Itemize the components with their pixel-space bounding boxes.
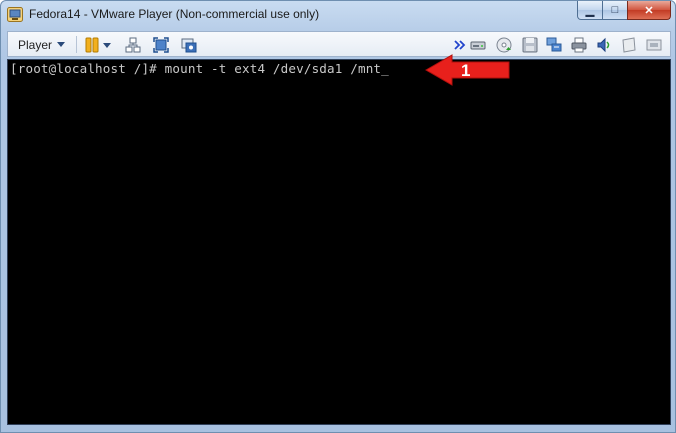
window-title: Fedora14 - VMware Player (Non-commercial… (29, 7, 320, 21)
cd-dvd-icon[interactable] (496, 37, 512, 53)
chevron-down-icon (57, 42, 66, 47)
maximize-button[interactable]: □ (602, 1, 628, 20)
toolbar: Player (7, 31, 671, 57)
hard-disk-icon[interactable] (470, 37, 486, 53)
terminal-command-line: [root@localhost /]# mount -t ext4 /dev/s… (10, 62, 389, 76)
printer-icon[interactable] (571, 37, 587, 53)
vmware-app-icon (7, 7, 23, 22)
display-icon[interactable] (646, 37, 662, 53)
step-annotation: 1 (425, 54, 510, 86)
dropdown-caret-icon[interactable] (102, 37, 112, 53)
player-menu-button[interactable]: Player (12, 35, 71, 54)
send-ctrl-alt-del-icon[interactable] (125, 37, 141, 53)
close-button[interactable]: ✕ (627, 1, 671, 20)
shell-prompt: [root@localhost /]# (10, 61, 165, 76)
maximize-icon: □ (611, 4, 619, 16)
unity-icon[interactable] (181, 37, 197, 53)
text-cursor: _ (381, 61, 389, 76)
close-icon: ✕ (644, 4, 654, 17)
vmware-player-window: Fedora14 - VMware Player (Non-commercial… (0, 0, 676, 433)
sound-card-icon[interactable] (596, 37, 612, 53)
minimize-icon: ▁ (585, 4, 595, 17)
shell-command: mount -t ext4 /dev/sda1 /mnt (164, 61, 382, 76)
step-number: 1 (461, 61, 470, 80)
full-screen-icon[interactable] (153, 37, 169, 53)
message-icon[interactable] (621, 37, 637, 53)
floppy-icon[interactable] (522, 37, 538, 53)
double-chevron-icon[interactable] (454, 37, 466, 53)
caption-buttons: ▁ □ ✕ (577, 1, 671, 21)
pause-icon[interactable] (84, 37, 100, 53)
title-bar[interactable]: Fedora14 - VMware Player (Non-commercial… (1, 1, 675, 29)
network-adapter-icon[interactable] (546, 37, 562, 53)
minimize-button[interactable]: ▁ (577, 1, 603, 20)
toolbar-divider (76, 36, 77, 53)
vm-console-screen[interactable]: [root@localhost /]# mount -t ext4 /dev/s… (7, 59, 671, 425)
player-menu-label: Player (18, 37, 53, 52)
